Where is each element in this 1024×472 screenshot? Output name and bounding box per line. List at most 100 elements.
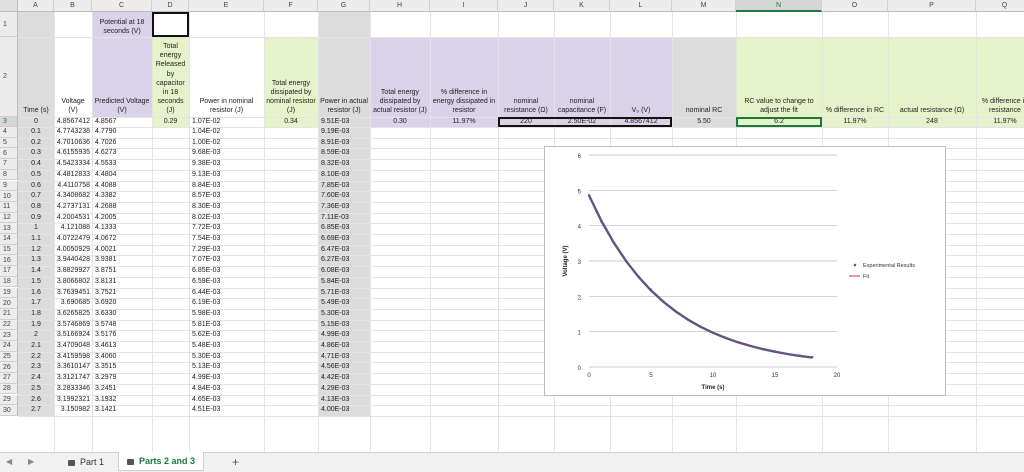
cell-c28[interactable]: 3.2451 — [92, 384, 152, 395]
row-header-28[interactable]: 28 — [0, 383, 18, 395]
cell-e15[interactable]: 7.29E-03 — [189, 245, 264, 256]
column-header-m[interactable]: M — [672, 0, 736, 12]
cell-b26[interactable]: 3.3610147 — [54, 362, 92, 373]
row-header-12[interactable]: 12 — [0, 212, 18, 224]
cell-c12[interactable]: 4.2005 — [92, 213, 152, 224]
voltage-time-chart[interactable]: 0 1 2 3 4 5 6 0 5 10 15 20 Time (s) Voltage (V) Experi… — [544, 146, 946, 396]
cell-b5[interactable]: 4.7010636 — [54, 138, 92, 149]
row-header-25[interactable]: 25 — [0, 351, 18, 363]
cell-a24[interactable]: 2.1 — [18, 341, 54, 352]
header-q[interactable]: % difference in resistance — [976, 37, 1024, 117]
cell-e12[interactable]: 8.02E-03 — [189, 213, 264, 224]
row-header-26[interactable]: 26 — [0, 362, 18, 374]
tab-parts-2-and-3[interactable]: Parts 2 and 3 — [118, 452, 205, 471]
cell-g12[interactable]: 7.11E-03 — [318, 213, 370, 224]
header-f[interactable]: Total energy dissipated by nominal resis… — [264, 37, 318, 117]
cell-b30[interactable]: 3.150982 — [54, 405, 92, 416]
row-header-8[interactable]: 8 — [0, 169, 18, 181]
row-header-5[interactable]: 5 — [0, 137, 18, 149]
row-header-30[interactable]: 30 — [0, 405, 18, 416]
cell-g10[interactable]: 7.60E-03 — [318, 191, 370, 202]
header-k[interactable]: nominal capacitance (F) — [554, 37, 610, 117]
column-header-i[interactable]: I — [430, 0, 498, 12]
cell-g5[interactable]: 8.91E-03 — [318, 138, 370, 149]
cell-a20[interactable]: 1.7 — [18, 298, 54, 309]
column-header-a[interactable]: A — [18, 0, 54, 12]
cell-g29[interactable]: 4.13E-03 — [318, 395, 370, 406]
cell-e30[interactable]: 4.51E-03 — [189, 405, 264, 416]
row-header-29[interactable]: 29 — [0, 394, 18, 406]
row-header-18[interactable]: 18 — [0, 276, 18, 288]
value-m3[interactable]: 5.50 — [672, 117, 736, 127]
prev-sheet-icon[interactable]: ◀ — [6, 457, 12, 466]
cell-a10[interactable]: 0.7 — [18, 191, 54, 202]
cell-b6[interactable]: 4.6155935 — [54, 148, 92, 159]
cell-b11[interactable]: 4.2737131 — [54, 202, 92, 213]
cell-d1-outline[interactable] — [152, 12, 189, 37]
cell-g16[interactable]: 6.27E-03 — [318, 255, 370, 266]
cell-g24[interactable]: 4.86E-03 — [318, 341, 370, 352]
cell-g26[interactable]: 4.56E-03 — [318, 362, 370, 373]
row-header-16[interactable]: 16 — [0, 255, 18, 267]
cell-c10[interactable]: 4.3382 — [92, 191, 152, 202]
header-d[interactable]: Total energy Released by capacitor in 18… — [152, 37, 189, 117]
column-header-b[interactable]: B — [54, 0, 92, 12]
row-header-2[interactable]: 2 — [0, 37, 18, 117]
cell-a13[interactable]: 1 — [18, 223, 54, 234]
cell-e7[interactable]: 9.38E-03 — [189, 159, 264, 170]
row-header-22[interactable]: 22 — [0, 319, 18, 331]
row-header-4[interactable]: 4 — [0, 127, 18, 138]
cell-g23[interactable]: 4.99E-03 — [318, 330, 370, 341]
column-header-c[interactable]: C — [92, 0, 152, 12]
cell-c21[interactable]: 3.6330 — [92, 309, 152, 320]
cell-c8[interactable]: 4.4804 — [92, 170, 152, 181]
cell-c7[interactable]: 4.5533 — [92, 159, 152, 170]
cell-e8[interactable]: 9.13E-03 — [189, 170, 264, 181]
cell-a6[interactable]: 0.3 — [18, 148, 54, 159]
cell-a18[interactable]: 1.5 — [18, 277, 54, 288]
column-header-k[interactable]: K — [554, 0, 610, 12]
header-a[interactable]: Time (s) — [18, 37, 54, 117]
cell-c9[interactable]: 4.4088 — [92, 181, 152, 192]
cell-c23[interactable]: 3.5176 — [92, 330, 152, 341]
column-header-f[interactable]: F — [264, 0, 318, 12]
cell-e29[interactable]: 4.65E-03 — [189, 395, 264, 406]
cell-a19[interactable]: 1.6 — [18, 288, 54, 299]
cell-b14[interactable]: 4.0722479 — [54, 234, 92, 245]
cell-b22[interactable]: 3.5746869 — [54, 320, 92, 331]
cell-b21[interactable]: 3.6265825 — [54, 309, 92, 320]
cell-a28[interactable]: 2.5 — [18, 384, 54, 395]
cell-c3[interactable]: 4.8567 — [92, 117, 152, 127]
cell-g15[interactable]: 6.47E-03 — [318, 245, 370, 256]
cell-e24[interactable]: 5.48E-03 — [189, 341, 264, 352]
row-header-19[interactable]: 19 — [0, 287, 18, 299]
cell-a21[interactable]: 1.8 — [18, 309, 54, 320]
cell-b20[interactable]: 3.690685 — [54, 298, 92, 309]
cell-b7[interactable]: 4.5423334 — [54, 159, 92, 170]
cell-e6[interactable]: 9.68E-03 — [189, 148, 264, 159]
row-header-23[interactable]: 23 — [0, 330, 18, 341]
row-header-11[interactable]: 11 — [0, 201, 18, 213]
cell-b27[interactable]: 3.3121747 — [54, 373, 92, 384]
cell-g27[interactable]: 4.42E-03 — [318, 373, 370, 384]
cell-c5[interactable]: 4.7026 — [92, 138, 152, 149]
header-j[interactable]: nominal resistance (Ω) — [498, 37, 554, 117]
cell-c13[interactable]: 4.1333 — [92, 223, 152, 234]
row-header-27[interactable]: 27 — [0, 373, 18, 384]
cell-c19[interactable]: 3.7521 — [92, 288, 152, 299]
cell-c15[interactable]: 4.0021 — [92, 245, 152, 256]
cell-a15[interactable]: 1.2 — [18, 245, 54, 256]
cell-b10[interactable]: 4.3408682 — [54, 191, 92, 202]
value-h3[interactable]: 0.30 — [370, 117, 430, 127]
cell-a12[interactable]: 0.9 — [18, 213, 54, 224]
header-p[interactable]: actual resistance (Ω) — [888, 37, 976, 117]
cell-c16[interactable]: 3.9381 — [92, 255, 152, 266]
cell-b25[interactable]: 3.4159598 — [54, 352, 92, 363]
cell-b24[interactable]: 3.4709048 — [54, 341, 92, 352]
header-g[interactable]: Power in actual resistor (J) — [318, 37, 370, 117]
select-all-corner[interactable] — [0, 0, 18, 12]
column-header-o[interactable]: O — [822, 0, 888, 12]
row-header-10[interactable]: 10 — [0, 191, 18, 202]
cell-c30[interactable]: 3.1421 — [92, 405, 152, 416]
cell-e23[interactable]: 5.62E-03 — [189, 330, 264, 341]
